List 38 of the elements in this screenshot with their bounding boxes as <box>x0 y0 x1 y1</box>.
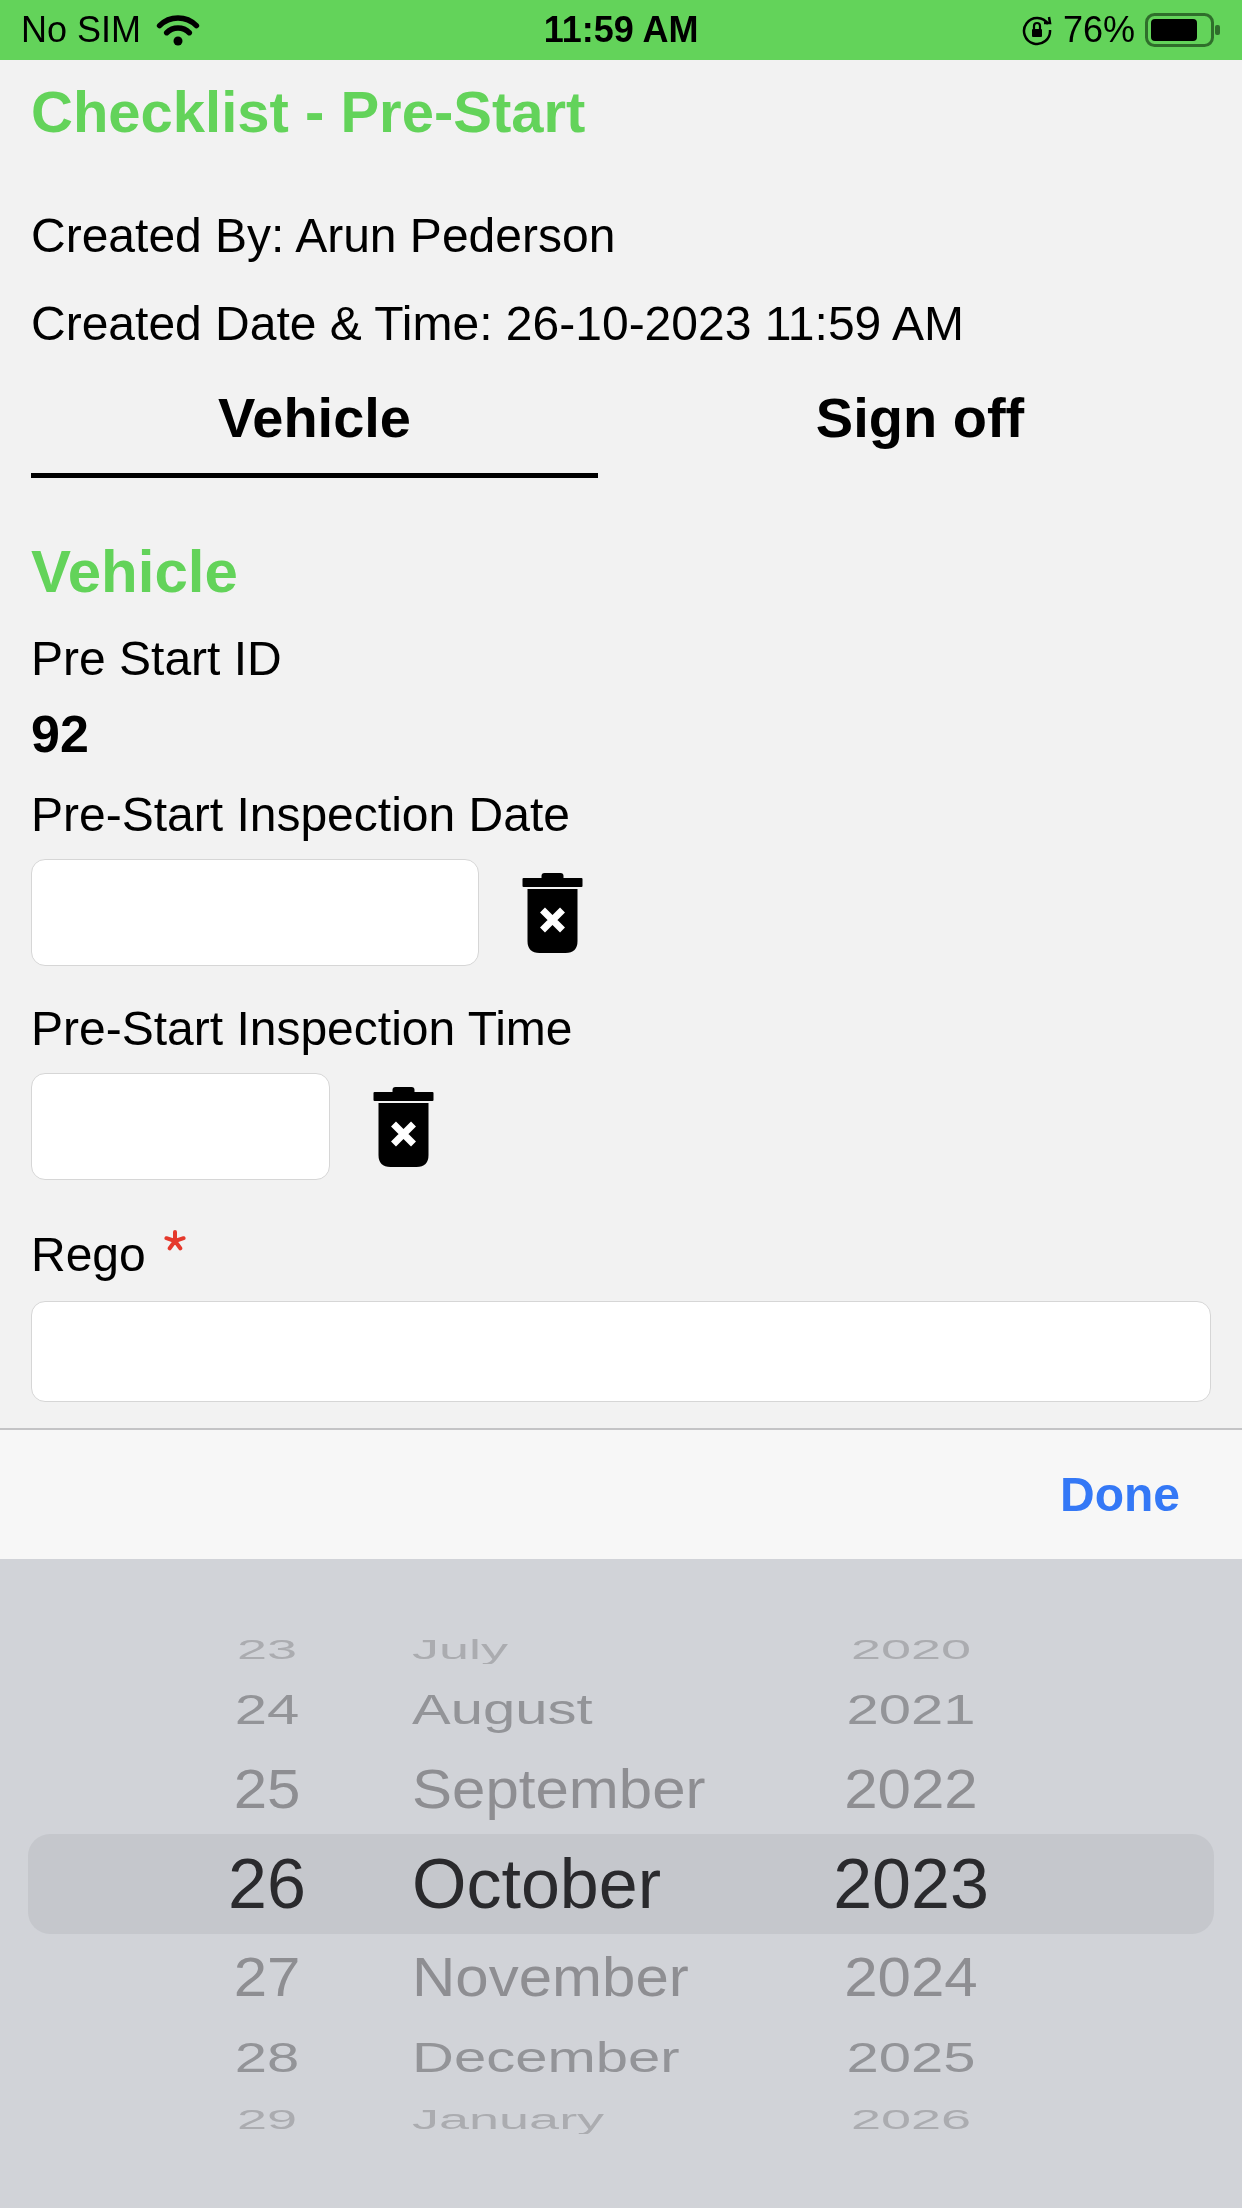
tab[interactable]: Vehicle <box>31 385 598 478</box>
section-heading: Vehicle <box>31 537 238 607</box>
field-label: Rego <box>31 1227 146 1283</box>
created-date-text: Created Date & Time: 26-10-2023 11:59 AM <box>31 296 964 352</box>
month-option[interactable]: December <box>412 2034 680 2082</box>
month-option[interactable]: November <box>412 1946 689 2010</box>
page-title: Checklist - Pre-Start <box>31 78 586 146</box>
year-option[interactable]: 2023 <box>833 1844 989 1924</box>
trash-icon[interactable] <box>373 1086 434 1167</box>
field-label: Pre Start ID <box>31 631 282 687</box>
day-option[interactable]: 26 <box>228 1844 306 1924</box>
done-button[interactable]: Done <box>1060 1466 1180 1523</box>
field-label: Pre-Start Inspection Date <box>31 787 570 843</box>
field-label: Pre-Start Inspection Time <box>31 1001 573 1057</box>
trash-icon[interactable] <box>522 872 583 953</box>
month-option[interactable]: October <box>412 1844 661 1924</box>
battery-percentage: 76% <box>1062 9 1135 51</box>
day-option[interactable]: 25 <box>233 1758 301 1822</box>
wifi-icon <box>155 13 202 47</box>
rotation-lock-icon <box>1020 14 1053 46</box>
time-input-field[interactable] <box>31 1073 330 1180</box>
year-option[interactable]: 2024 <box>844 1946 978 2010</box>
battery-icon <box>1145 13 1221 47</box>
month-option[interactable]: September <box>412 1758 706 1822</box>
year-option[interactable]: 2022 <box>844 1758 978 1822</box>
created-by-text: Created By: Arun Pederson <box>31 208 616 264</box>
tab[interactable]: Sign off <box>598 385 1242 478</box>
carrier-label: No SIM <box>21 9 142 51</box>
day-option[interactable]: 27 <box>233 1946 301 2010</box>
clock-time: 11:59 AM <box>543 9 699 51</box>
field-value: 92 <box>31 704 89 764</box>
day-option[interactable]: 28 <box>234 2034 300 2082</box>
year-option[interactable]: 2021 <box>846 1686 976 1734</box>
month-option[interactable]: August <box>412 1686 593 1734</box>
date-input-field[interactable] <box>31 859 479 966</box>
day-option[interactable]: 24 <box>234 1686 300 1734</box>
text-input-field[interactable] <box>31 1301 1211 1402</box>
year-option[interactable]: 2025 <box>846 2034 976 2082</box>
